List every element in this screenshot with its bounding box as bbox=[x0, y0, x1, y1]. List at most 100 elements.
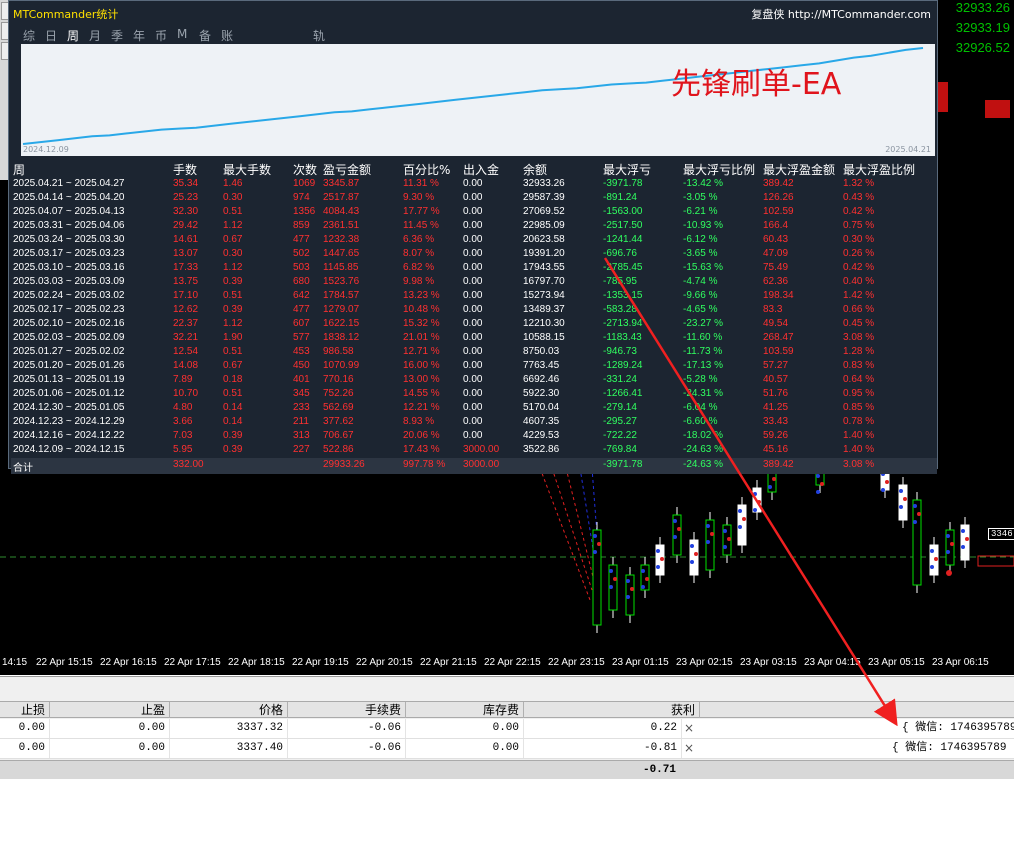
max-float-profit-cell: 389.42 bbox=[763, 178, 794, 189]
profit-cell: 3345.87 bbox=[323, 178, 360, 189]
max-float-profit-pct-cell: 0.42 % bbox=[843, 262, 875, 273]
max-float-profit-pct-cell: 0.26 % bbox=[843, 248, 875, 259]
lots-cell: 4.80 bbox=[173, 402, 193, 413]
trade-marker bbox=[820, 482, 824, 486]
tab-7[interactable]: M bbox=[177, 27, 187, 41]
deposit-cell: 0.00 bbox=[463, 388, 483, 399]
balance-cell: 10588.15 bbox=[523, 332, 565, 343]
balance-cell: 16797.70 bbox=[523, 276, 565, 287]
col-fee[interactable]: 手续费 bbox=[288, 702, 406, 718]
deposit-cell: 0.00 bbox=[463, 192, 483, 203]
stats-window: MTCommander统计 复盘侠 http://MTCommander.com… bbox=[8, 0, 938, 474]
count-cell: 453 bbox=[293, 346, 310, 357]
col-swap[interactable]: 库存费 bbox=[406, 702, 524, 718]
table-row: 2024.12.23 ~ 2024.12.29 3.66 0.14 211 377.62… bbox=[11, 415, 937, 429]
header-max-float-profit-pct: 最大浮盈比例 bbox=[843, 163, 916, 177]
profit-cell: 1070.99 bbox=[323, 360, 360, 371]
max-drawdown-cell: -1241.44 bbox=[603, 234, 643, 245]
max-float-profit-pct-cell: 1.40 % bbox=[843, 430, 875, 441]
close-position-icon[interactable]: × bbox=[684, 739, 696, 758]
trade-marker bbox=[961, 545, 965, 549]
col-profit[interactable]: 获利 bbox=[524, 702, 700, 718]
trade-marker bbox=[677, 527, 681, 531]
tab-0[interactable]: 综 bbox=[23, 27, 35, 44]
sl-value: 0.00 bbox=[0, 719, 50, 738]
price-level-tag: 3346 bbox=[988, 528, 1014, 540]
max-lots-cell: 0.14 bbox=[223, 416, 243, 427]
tab-8[interactable]: 备 bbox=[199, 27, 211, 44]
max-float-profit-cell: 49.54 bbox=[763, 318, 789, 329]
table-row: 2025.02.24 ~ 2025.03.02 17.10 0.51 642 1784.… bbox=[11, 289, 937, 303]
lots-cell: 7.89 bbox=[173, 374, 193, 385]
col-price[interactable]: 价格 bbox=[170, 702, 288, 718]
header-week: 周 bbox=[13, 163, 26, 177]
max-drawdown-pct-cell: -23.27 % bbox=[683, 318, 724, 329]
max-lots-cell: 0.67 bbox=[223, 234, 243, 245]
profit-cell: 1523.76 bbox=[323, 276, 360, 287]
week-cell: 2024.12.30 ~ 2025.01.05 bbox=[13, 402, 125, 413]
count-cell: 450 bbox=[293, 360, 310, 371]
max-drawdown-cell: -1563.00 bbox=[603, 206, 643, 217]
week-cell: 2025.01.06 ~ 2025.01.12 bbox=[13, 388, 125, 399]
col-tp[interactable]: 止盈 bbox=[50, 702, 170, 718]
total-lots: 332.00 bbox=[173, 459, 204, 470]
tab-5[interactable]: 年 bbox=[133, 27, 145, 44]
percent-cell: 13.23 % bbox=[403, 290, 440, 301]
max-drawdown-pct-cell: -10.93 % bbox=[683, 220, 724, 231]
max-drawdown-cell: -785.95 bbox=[603, 276, 637, 287]
week-cell: 2025.03.24 ~ 2025.03.30 bbox=[13, 234, 125, 245]
max-float-profit-pct-cell: 0.30 % bbox=[843, 234, 875, 245]
tab-3[interactable]: 月 bbox=[89, 27, 101, 44]
close-position-icon[interactable]: × bbox=[684, 719, 696, 738]
deposit-cell: 0.00 bbox=[463, 206, 483, 217]
trade-marker bbox=[706, 540, 710, 544]
position-row[interactable]: 0.00 0.00 3337.40 -0.06 0.00 -0.81 × { 微… bbox=[0, 739, 1014, 759]
tab-2[interactable]: 周 bbox=[67, 27, 79, 44]
trade-marker bbox=[742, 517, 746, 521]
trade-marker bbox=[816, 490, 820, 494]
right-indicator bbox=[985, 100, 1010, 118]
max-drawdown-pct-cell: -5.28 % bbox=[683, 374, 718, 385]
tab-4[interactable]: 季 bbox=[111, 27, 123, 44]
lots-cell: 12.54 bbox=[173, 346, 199, 357]
trade-marker bbox=[753, 508, 757, 512]
percent-cell: 11.45 % bbox=[403, 220, 439, 231]
header-max-float-profit: 最大浮盈金额 bbox=[763, 163, 836, 177]
week-cell: 2025.01.13 ~ 2025.01.19 bbox=[13, 374, 125, 385]
max-drawdown-pct-cell: -6.60 % bbox=[683, 416, 718, 427]
stats-titlebar[interactable]: MTCommander统计 复盘侠 http://MTCommander.com bbox=[9, 1, 937, 25]
brand-link[interactable]: 复盘侠 http://MTCommander.com bbox=[751, 6, 931, 22]
trade-marker bbox=[903, 497, 907, 501]
trade-marker bbox=[727, 537, 731, 541]
time-tick-label: 23 Apr 02:15 bbox=[676, 657, 733, 668]
week-cell: 2025.01.27 ~ 2025.02.02 bbox=[13, 346, 125, 357]
balance-cell: 6692.46 bbox=[523, 374, 560, 385]
trade-marker bbox=[609, 585, 613, 589]
time-tick-label: 22 Apr 19:15 bbox=[292, 657, 349, 668]
trade-marker bbox=[768, 485, 772, 489]
profit-cell: 986.58 bbox=[323, 346, 354, 357]
profit-cell: 1447.65 bbox=[323, 248, 360, 259]
max-float-profit-pct-cell: 0.75 % bbox=[843, 220, 875, 231]
deposit-cell: 3000.00 bbox=[463, 444, 500, 455]
count-cell: 345 bbox=[293, 388, 310, 399]
tab-6[interactable]: 币 bbox=[155, 27, 167, 44]
week-cell: 2025.03.17 ~ 2025.03.23 bbox=[13, 248, 125, 259]
max-float-profit-cell: 103.59 bbox=[763, 346, 794, 357]
max-lots-cell: 0.51 bbox=[223, 388, 243, 399]
balance-cell: 19391.20 bbox=[523, 248, 565, 259]
trade-terminal: 止损 止盈 价格 手续费 库存费 获利 0.00 0.00 3337.32 -0… bbox=[0, 676, 1014, 779]
week-cell: 2025.03.10 ~ 2025.03.16 bbox=[13, 262, 125, 273]
table-row: 2025.03.10 ~ 2025.03.16 17.33 1.12 503 1145.… bbox=[11, 261, 937, 275]
balance-cell: 22985.09 bbox=[523, 220, 565, 231]
max-float-profit-pct-cell: 0.40 % bbox=[843, 276, 875, 287]
count-cell: 974 bbox=[293, 192, 310, 203]
position-row[interactable]: 0.00 0.00 3337.32 -0.06 0.00 0.22 × { 微信… bbox=[0, 719, 1014, 739]
max-drawdown-pct-cell: -6.04 % bbox=[683, 402, 718, 413]
week-cell: 2024.12.16 ~ 2024.12.22 bbox=[13, 430, 125, 441]
col-sl[interactable]: 止损 bbox=[0, 702, 50, 718]
tab-1[interactable]: 日 bbox=[45, 27, 57, 44]
trade-marker bbox=[961, 529, 965, 533]
week-cell: 2024.12.09 ~ 2024.12.15 bbox=[13, 444, 125, 455]
max-drawdown-pct-cell: -3.65 % bbox=[683, 248, 718, 259]
